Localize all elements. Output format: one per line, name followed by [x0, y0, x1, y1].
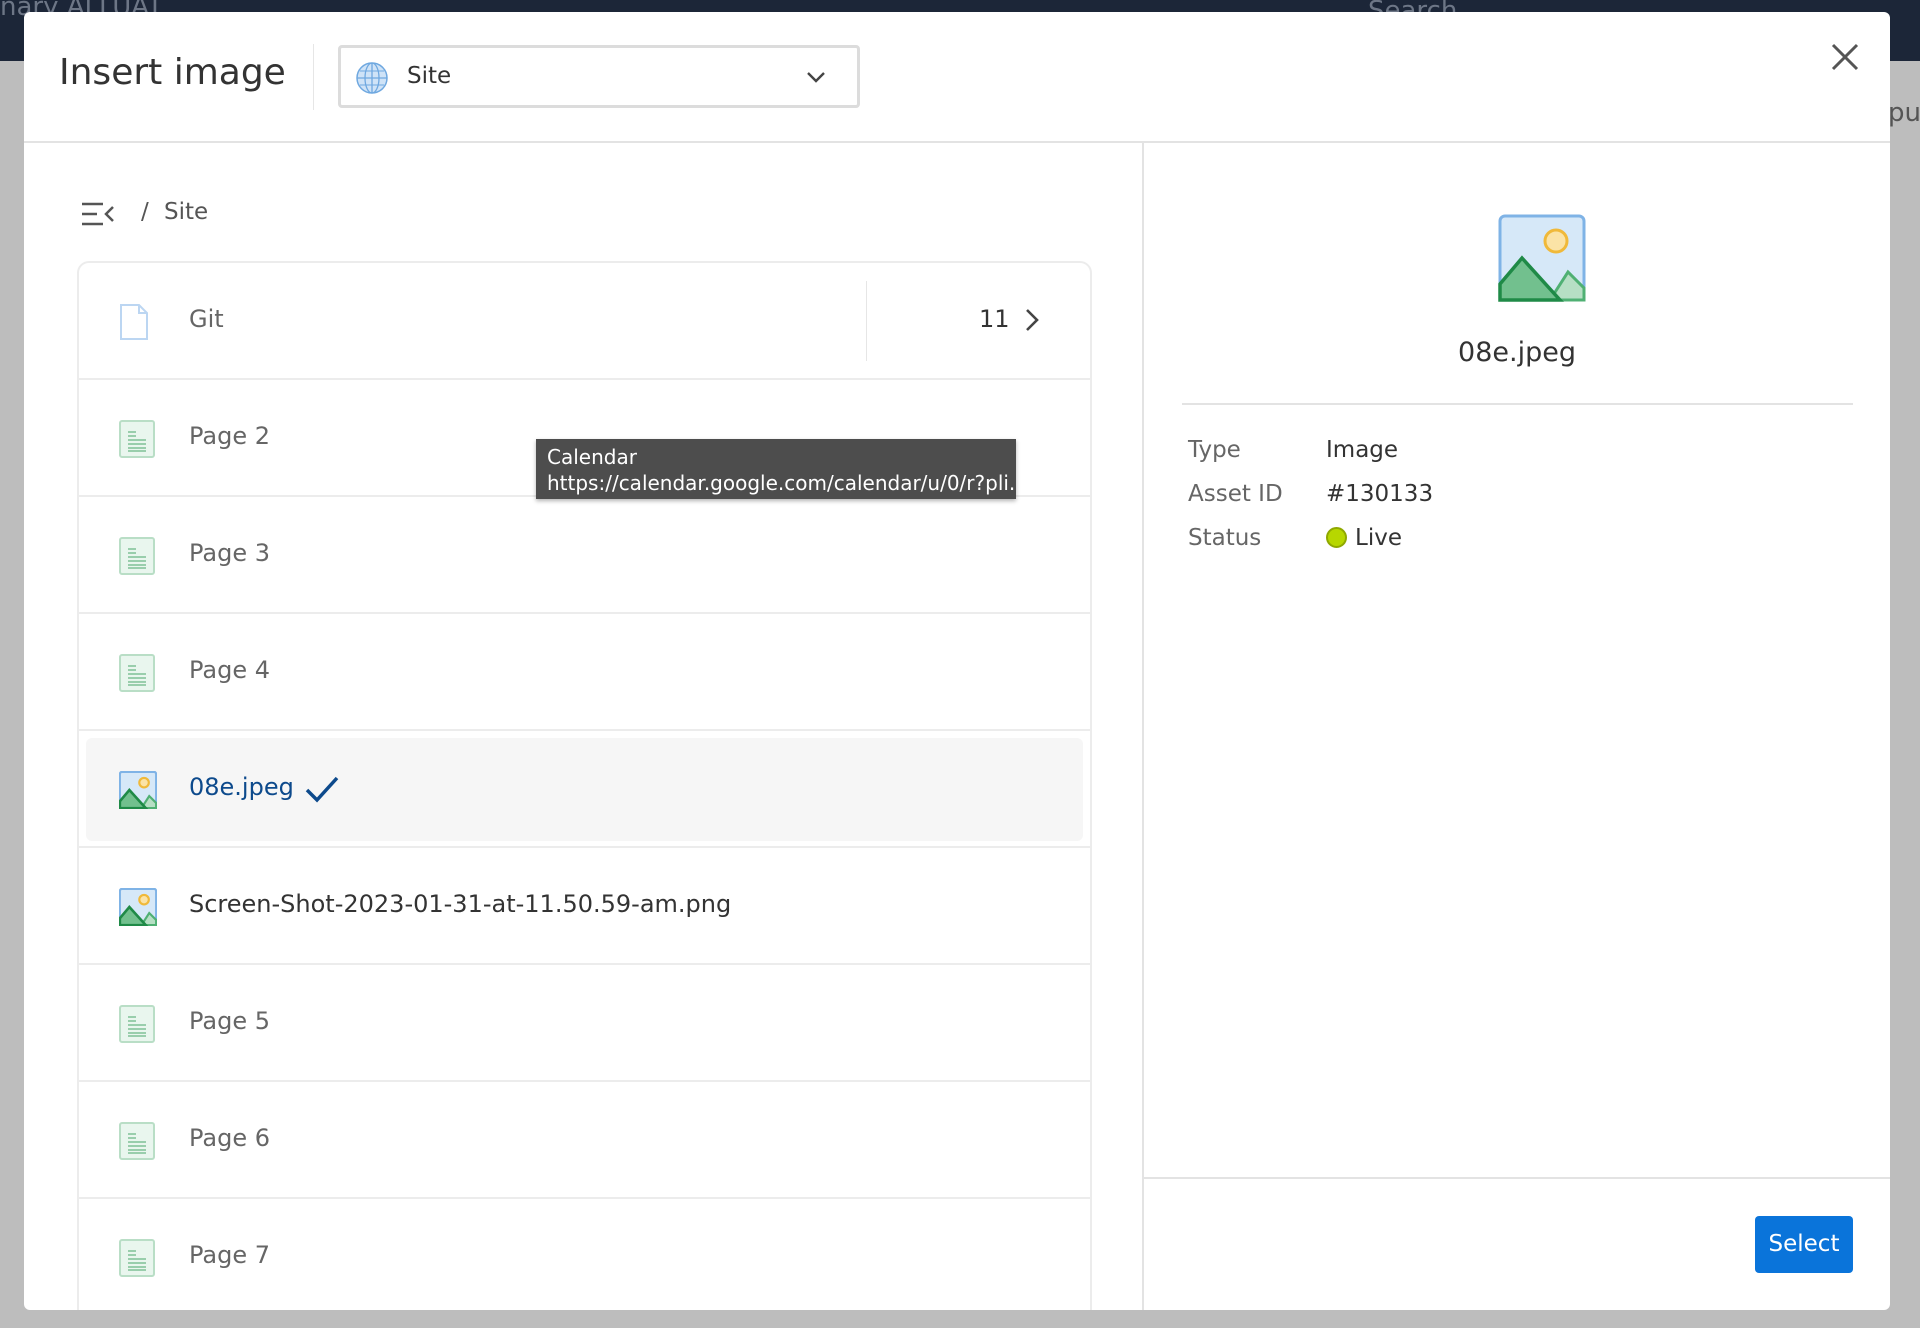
- item-name: Page 2: [189, 422, 270, 450]
- list-item[interactable]: Page 5: [79, 965, 1090, 1082]
- page-icon: [119, 1239, 155, 1281]
- item-name: Page 7: [189, 1241, 270, 1269]
- folder-file-icon: [119, 303, 149, 345]
- tooltip-title: Calendar: [547, 445, 637, 469]
- list-item[interactable]: Screen-Shot-2023-01-31-at-11.50.59-am.pn…: [79, 848, 1090, 965]
- breadcrumb-site[interactable]: Site: [164, 199, 208, 225]
- list-item[interactable]: Page 7: [79, 1199, 1090, 1310]
- image-icon: [118, 887, 158, 930]
- item-name: Page 4: [189, 656, 270, 684]
- dialog-title: Insert image: [59, 52, 286, 93]
- chevron-right-icon[interactable]: [1023, 307, 1041, 333]
- select-button[interactable]: Select: [1755, 1216, 1853, 1273]
- chevron-down-icon: [807, 72, 825, 83]
- status-live-icon: [1326, 527, 1347, 548]
- list-item[interactable]: 08e.jpeg: [79, 731, 1090, 848]
- details-pane: 08e.jpeg Type Image Asset ID #130133 Sta…: [1144, 143, 1890, 1310]
- checkmark-icon: [305, 776, 339, 803]
- item-name: 08e.jpeg: [189, 773, 294, 801]
- page-icon: [119, 537, 155, 579]
- detail-filename: 08e.jpeg: [1458, 337, 1576, 368]
- source-dropdown[interactable]: Site: [338, 45, 860, 108]
- divider: [866, 281, 867, 361]
- item-name: Page 6: [189, 1124, 270, 1152]
- divider: [1144, 1177, 1890, 1179]
- list-item[interactable]: Page 3: [79, 497, 1090, 614]
- divider: [313, 44, 314, 110]
- divider: [1182, 403, 1853, 405]
- status-badge: Live: [1326, 525, 1402, 551]
- tooltip-url: https://calendar.google.com/calendar/u/0…: [547, 471, 1016, 495]
- asset-list: Git 11 Page 2 Page 3 Page 4 08e.jpeg Screen-Sh…: [77, 261, 1092, 1310]
- close-icon[interactable]: [1830, 42, 1860, 72]
- page-icon: [119, 1005, 155, 1047]
- page-icon: [119, 1122, 155, 1164]
- type-value: Image: [1326, 437, 1399, 463]
- breadcrumb-separator: /: [141, 199, 149, 225]
- background-text: pu: [1888, 98, 1920, 128]
- page-icon: [119, 420, 155, 462]
- asset-id-value: #130133: [1326, 481, 1434, 507]
- image-preview-icon: [1498, 214, 1586, 302]
- item-name: Git: [189, 305, 224, 333]
- insert-image-dialog: Insert image Site / Site Git 11 Page 2 Page…: [24, 12, 1890, 1310]
- dialog-header: Insert image Site: [24, 12, 1890, 143]
- globe-icon: [356, 62, 388, 94]
- type-label: Type: [1188, 437, 1241, 463]
- item-name: Page 5: [189, 1007, 270, 1035]
- child-count: 11: [979, 305, 1010, 333]
- list-item[interactable]: Page 4: [79, 614, 1090, 731]
- browser-pane: / Site Git 11 Page 2 Page 3 Page 4 08e.jpeg Sc…: [24, 143, 1144, 1310]
- page-icon: [119, 654, 155, 696]
- tooltip: Calendar https://calendar.google.com/cal…: [536, 439, 1016, 499]
- status-label: Status: [1188, 525, 1262, 551]
- list-item[interactable]: Git 11: [79, 263, 1090, 380]
- dropdown-value: Site: [407, 63, 452, 89]
- list-item[interactable]: Page 6: [79, 1082, 1090, 1199]
- image-icon: [118, 770, 158, 813]
- collapse-tree-icon[interactable]: [81, 201, 115, 227]
- item-name: Page 3: [189, 539, 270, 567]
- item-name: Screen-Shot-2023-01-31-at-11.50.59-am.pn…: [189, 890, 732, 918]
- status-value: Live: [1355, 525, 1402, 551]
- asset-id-label: Asset ID: [1188, 481, 1283, 507]
